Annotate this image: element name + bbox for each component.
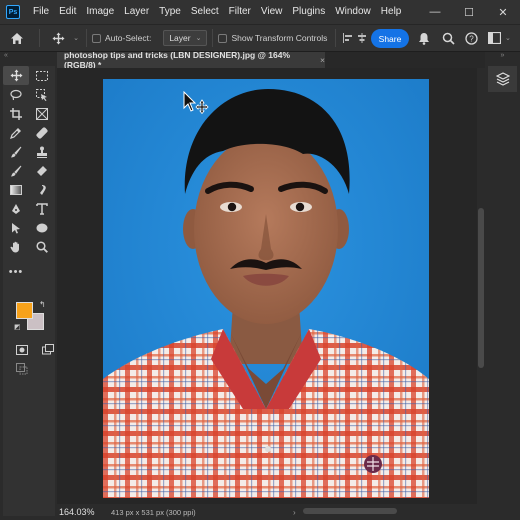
panel-collapse-icon[interactable]: » bbox=[485, 52, 520, 64]
align-center-icon[interactable] bbox=[355, 33, 369, 43]
menu-bar: Ps File Edit Image Layer Type Select Fil… bbox=[0, 0, 520, 24]
svg-text:?: ? bbox=[469, 35, 474, 44]
divider bbox=[335, 29, 337, 47]
swap-colors-icon[interactable]: ↰ bbox=[39, 300, 46, 309]
quick-mask-icon[interactable] bbox=[9, 340, 35, 359]
photoshop-logo: Ps bbox=[6, 5, 20, 19]
home-icon[interactable] bbox=[0, 32, 34, 45]
menu-plugins[interactable]: Plugins bbox=[287, 0, 330, 24]
chevron-down-icon[interactable]: ⌄ bbox=[71, 34, 81, 42]
window-controls: — ☐ ✕ bbox=[418, 0, 520, 24]
chevron-right-icon[interactable]: › bbox=[293, 504, 296, 520]
layers-panel-icon[interactable] bbox=[488, 66, 517, 92]
canvas-area[interactable] bbox=[57, 68, 477, 504]
auto-select-label: Auto-Select: bbox=[105, 33, 152, 43]
auto-select-checkbox[interactable] bbox=[92, 33, 101, 43]
object-selection-tool-icon[interactable] bbox=[29, 85, 55, 104]
foreground-color-swatch[interactable] bbox=[16, 302, 33, 319]
vertical-scroll-thumb[interactable] bbox=[478, 208, 484, 368]
pen-tool-icon[interactable] bbox=[3, 199, 29, 218]
right-panel-dock: » bbox=[485, 52, 520, 520]
type-tool-icon[interactable] bbox=[29, 199, 55, 218]
crop-tool-icon[interactable] bbox=[3, 104, 29, 123]
menu-layer[interactable]: Layer bbox=[119, 0, 154, 24]
menu-type[interactable]: Type bbox=[154, 0, 186, 24]
tools-panel: ••• bbox=[3, 66, 55, 516]
menu-select[interactable]: Select bbox=[186, 0, 224, 24]
eraser-tool-icon[interactable] bbox=[29, 161, 55, 180]
menu-file[interactable]: File bbox=[28, 0, 54, 24]
layer-select-value: Layer bbox=[169, 33, 191, 43]
brush-tool-icon[interactable] bbox=[3, 142, 29, 161]
close-tab-icon[interactable]: × bbox=[320, 55, 325, 65]
maximize-button[interactable]: ☐ bbox=[452, 0, 486, 24]
show-transform-checkbox[interactable] bbox=[218, 33, 228, 43]
chevron-down-icon: ⌄ bbox=[195, 35, 202, 42]
document-size: 413 px x 531 px (300 ppi) bbox=[111, 507, 196, 517]
gradient-tool-icon[interactable] bbox=[3, 180, 29, 199]
zoom-level[interactable]: 164.03% bbox=[57, 507, 95, 517]
chevron-down-icon[interactable]: ⌄ bbox=[505, 34, 511, 42]
document-title: photoshop tips and tricks (LBN DESIGNER)… bbox=[64, 50, 291, 70]
toolbar-collapse-icon[interactable]: « bbox=[0, 52, 28, 64]
show-transform-label: Show Transform Controls bbox=[231, 33, 328, 43]
mode-buttons bbox=[9, 340, 61, 359]
path-selection-tool-icon[interactable] bbox=[3, 218, 29, 237]
status-bar: 164.03% 413 px x 531 px (300 ppi) › bbox=[57, 504, 485, 520]
spot-healing-tool-icon[interactable] bbox=[29, 123, 55, 142]
menu-edit[interactable]: Edit bbox=[54, 0, 81, 24]
divider bbox=[86, 29, 87, 47]
align-left-icon[interactable] bbox=[341, 33, 355, 43]
color-swatches: ↰ ◩ bbox=[12, 300, 52, 340]
workspace-icon[interactable] bbox=[488, 32, 501, 44]
document-tab[interactable]: photoshop tips and tricks (LBN DESIGNER)… bbox=[57, 50, 325, 70]
zoom-tool-icon[interactable] bbox=[29, 237, 55, 256]
move-tool-icon[interactable] bbox=[45, 32, 71, 45]
options-bar: ⌄ Auto-Select: Layer ⌄ Show Transform Co… bbox=[0, 24, 520, 52]
menu-image[interactable]: Image bbox=[81, 0, 119, 24]
move-cursor-icon bbox=[183, 91, 209, 115]
menu-view[interactable]: View bbox=[256, 0, 288, 24]
divider bbox=[39, 29, 40, 47]
bell-icon[interactable] bbox=[418, 32, 430, 45]
layer-select[interactable]: Layer ⌄ bbox=[163, 30, 208, 46]
eyedropper-tool-icon[interactable] bbox=[3, 123, 29, 142]
hand-tool-icon[interactable] bbox=[3, 237, 29, 256]
frame-tool-icon[interactable] bbox=[29, 104, 55, 123]
menu-window[interactable]: Window bbox=[330, 0, 376, 24]
document-tab-bar: photoshop tips and tricks (LBN DESIGNER)… bbox=[57, 50, 485, 70]
marquee-tool-icon[interactable] bbox=[29, 66, 55, 85]
ellipse-tool-icon[interactable] bbox=[29, 218, 55, 237]
default-colors-icon[interactable]: ◩ bbox=[14, 323, 21, 331]
generative-fill-icon[interactable] bbox=[9, 359, 35, 378]
generative-row bbox=[9, 359, 35, 378]
clone-stamp-tool-icon[interactable] bbox=[29, 142, 55, 161]
move-tool-icon[interactable] bbox=[3, 66, 29, 85]
close-button[interactable]: ✕ bbox=[486, 0, 520, 24]
portrait-photo bbox=[103, 79, 429, 498]
share-button[interactable]: Share bbox=[371, 29, 409, 48]
menu-help[interactable]: Help bbox=[376, 0, 407, 24]
menu-filter[interactable]: Filter bbox=[224, 0, 256, 24]
lasso-tool-icon[interactable] bbox=[3, 85, 29, 104]
menu-items: File Edit Image Layer Type Select Filter… bbox=[28, 0, 406, 24]
help-icon[interactable]: ? bbox=[465, 32, 478, 45]
divider bbox=[212, 29, 214, 47]
minimize-button[interactable]: — bbox=[418, 0, 452, 24]
edit-toolbar-icon[interactable]: ••• bbox=[3, 262, 29, 281]
vertical-scrollbar[interactable] bbox=[477, 68, 485, 504]
search-icon[interactable] bbox=[442, 32, 455, 45]
smudge-tool-icon[interactable] bbox=[29, 180, 55, 199]
history-brush-tool-icon[interactable] bbox=[3, 161, 29, 180]
